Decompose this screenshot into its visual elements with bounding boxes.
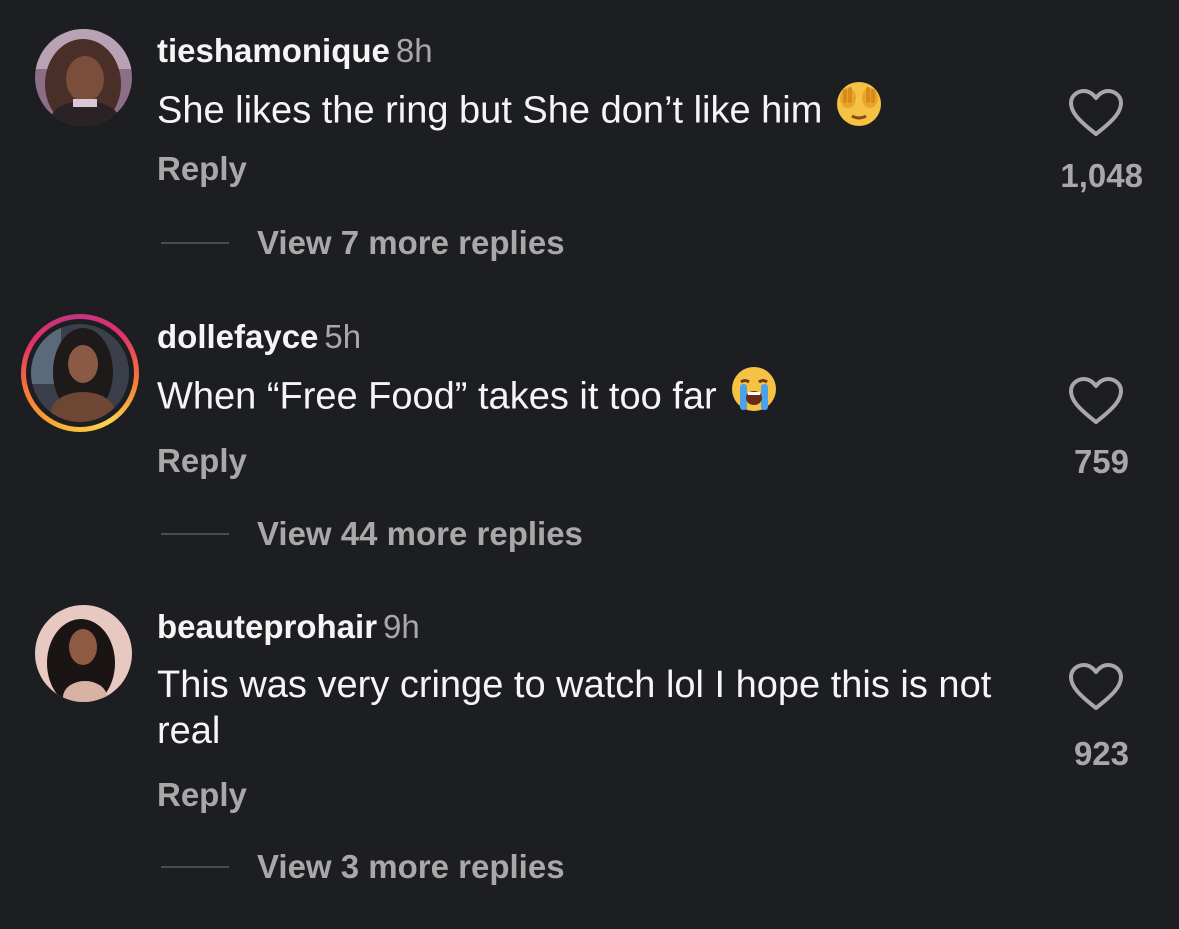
like-count: 759: [1073, 443, 1129, 480]
reply-button[interactable]: Reply: [157, 150, 247, 188]
reply-button[interactable]: Reply: [157, 776, 247, 814]
timestamp: 8h: [395, 32, 433, 69]
heart-outline-icon[interactable]: [1068, 88, 1124, 143]
timestamp: 9h: [383, 608, 420, 645]
like-count: 923: [1073, 735, 1129, 772]
reply-button[interactable]: Reply: [157, 442, 247, 480]
avatar[interactable]: [35, 605, 132, 702]
avatar[interactable]: [35, 29, 132, 126]
view-replies-button[interactable]: View 7 more replies: [161, 223, 565, 263]
view-replies-label: View 44 more replies: [257, 515, 583, 552]
like-count: 1,048: [1060, 157, 1143, 194]
avatar-image: [31, 324, 129, 422]
avatar-image: [35, 29, 132, 126]
heart-outline-icon[interactable]: [1068, 662, 1124, 717]
comment-body: When “Free Food” takes it too far: [157, 375, 717, 418]
view-replies-button[interactable]: View 44 more replies: [161, 514, 583, 554]
comment-header: beauteprohair 9h: [157, 607, 420, 647]
comment-item: beauteprohair 9h This was very cringe to …: [0, 580, 1179, 929]
username[interactable]: beauteprohair: [157, 608, 377, 645]
comment-body: This was very cringe to watch lol I hope…: [157, 664, 992, 752]
username[interactable]: tieshamonique: [157, 32, 390, 69]
avatar-image: [35, 605, 132, 702]
timestamp: 5h: [324, 318, 362, 355]
comment-text: This was very cringe to watch lol I hope…: [157, 662, 1007, 754]
comment-item: tieshamonique 8h She likes the ring but S…: [0, 0, 1179, 290]
comment-text: She likes the ring but She don’t like hi…: [157, 82, 1027, 139]
comment-body: She likes the ring but She don’t like hi…: [157, 89, 823, 132]
avatar[interactable]: [21, 314, 139, 432]
heart-outline-icon[interactable]: [1068, 376, 1124, 431]
comment-header: dollefayce 5h: [157, 317, 361, 357]
see-no-evil-monkey-icon: [834, 78, 884, 139]
view-replies-button[interactable]: View 3 more replies: [161, 847, 565, 887]
divider: [161, 242, 229, 244]
loudly-crying-face-icon: [729, 364, 779, 425]
comment-item: dollefayce 5h When “Free Food” takes it t…: [0, 290, 1179, 580]
view-replies-label: View 7 more replies: [257, 224, 565, 261]
comment-header: tieshamonique 8h: [157, 31, 433, 71]
comment-text: When “Free Food” takes it too far: [157, 367, 1027, 425]
divider: [161, 866, 229, 868]
view-replies-label: View 3 more replies: [257, 848, 565, 885]
username[interactable]: dollefayce: [157, 318, 318, 355]
divider: [161, 533, 229, 535]
